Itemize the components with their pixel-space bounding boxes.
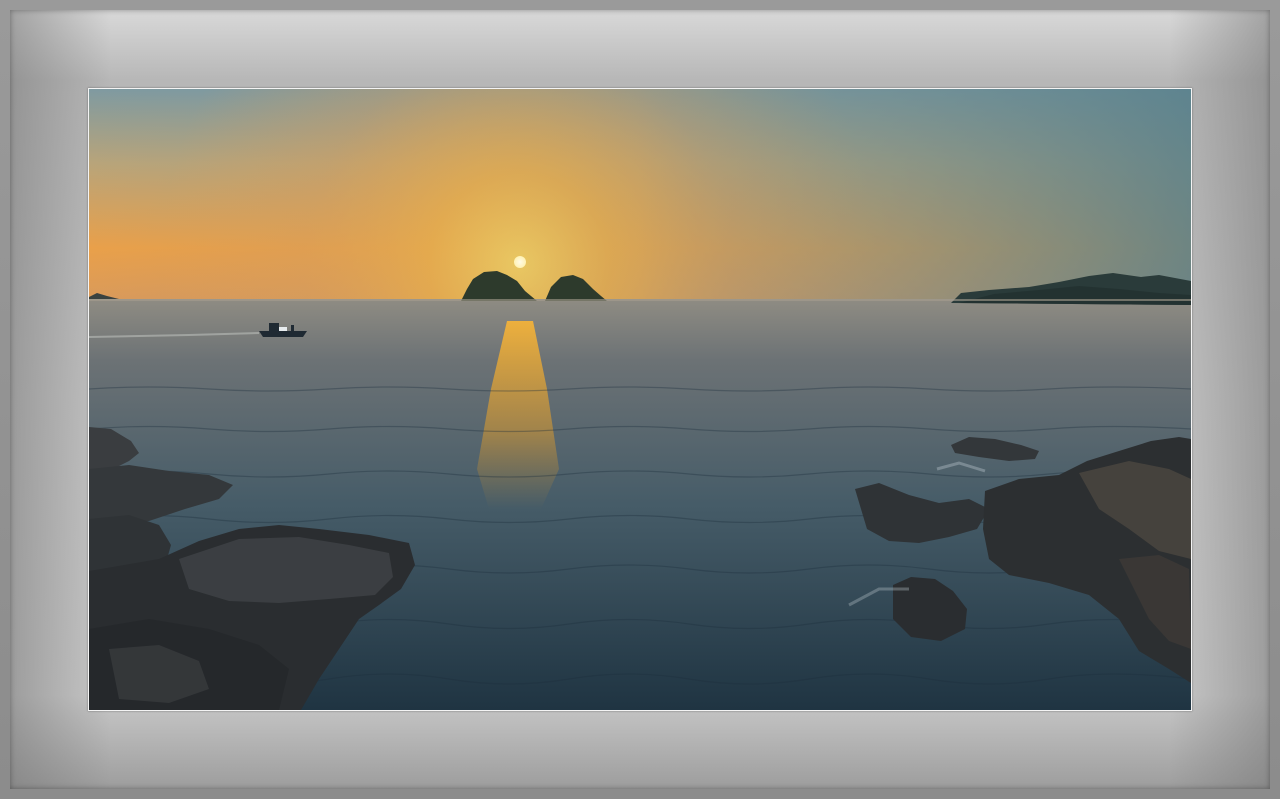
sunset-photo [88,88,1192,711]
sun [514,256,526,268]
